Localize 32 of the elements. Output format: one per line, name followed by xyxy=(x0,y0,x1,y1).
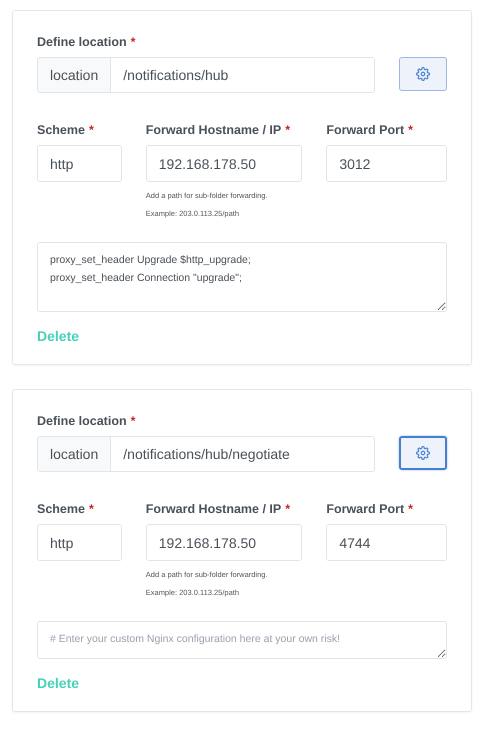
field-label: Forward Hostname / IP xyxy=(146,502,282,516)
required-mark: * xyxy=(88,502,94,516)
location-path-field[interactable]: /notifications/hub xyxy=(111,57,375,93)
text-field[interactable]: http xyxy=(37,524,122,561)
required-mark: * xyxy=(408,502,413,516)
required-mark: * xyxy=(130,414,136,428)
field-label: Define location xyxy=(37,35,127,49)
required-mark: * xyxy=(130,35,136,49)
required-mark: * xyxy=(408,123,413,137)
text-field[interactable]: 192.168.178.50 xyxy=(146,145,302,182)
required-mark: * xyxy=(285,123,290,137)
field-label: Forward Hostname / IP xyxy=(146,123,282,137)
required-mark: * xyxy=(88,123,94,137)
text-field[interactable]: 4744 xyxy=(326,524,447,561)
config-textarea[interactable]: # Enter your custom Nginx configuration here at your own risk! xyxy=(37,621,447,659)
field-label: Forward Port xyxy=(326,502,404,516)
input-prefix: location xyxy=(37,57,112,93)
field-label: Define location xyxy=(37,414,127,428)
settings-icon xyxy=(416,67,430,81)
text-field[interactable]: 3012 xyxy=(326,145,447,182)
field-label: Forward Port xyxy=(326,123,404,137)
config-textarea[interactable]: proxy_set_header Upgrade $http_upgrade; proxy_set_header Connection "upgrade"; xyxy=(37,242,447,312)
settings-button[interactable] xyxy=(399,436,447,470)
settings-button[interactable] xyxy=(399,57,447,91)
field-label: Scheme xyxy=(37,502,85,516)
required-mark: * xyxy=(285,502,290,516)
text-field[interactable]: 192.168.178.50 xyxy=(146,524,302,561)
settings-icon xyxy=(416,446,430,460)
text-field[interactable]: http xyxy=(37,145,122,182)
field-label: Scheme xyxy=(37,123,85,137)
location-path-field[interactable]: /notifications/hub/negotiate xyxy=(111,436,375,472)
input-prefix: location xyxy=(37,436,112,472)
